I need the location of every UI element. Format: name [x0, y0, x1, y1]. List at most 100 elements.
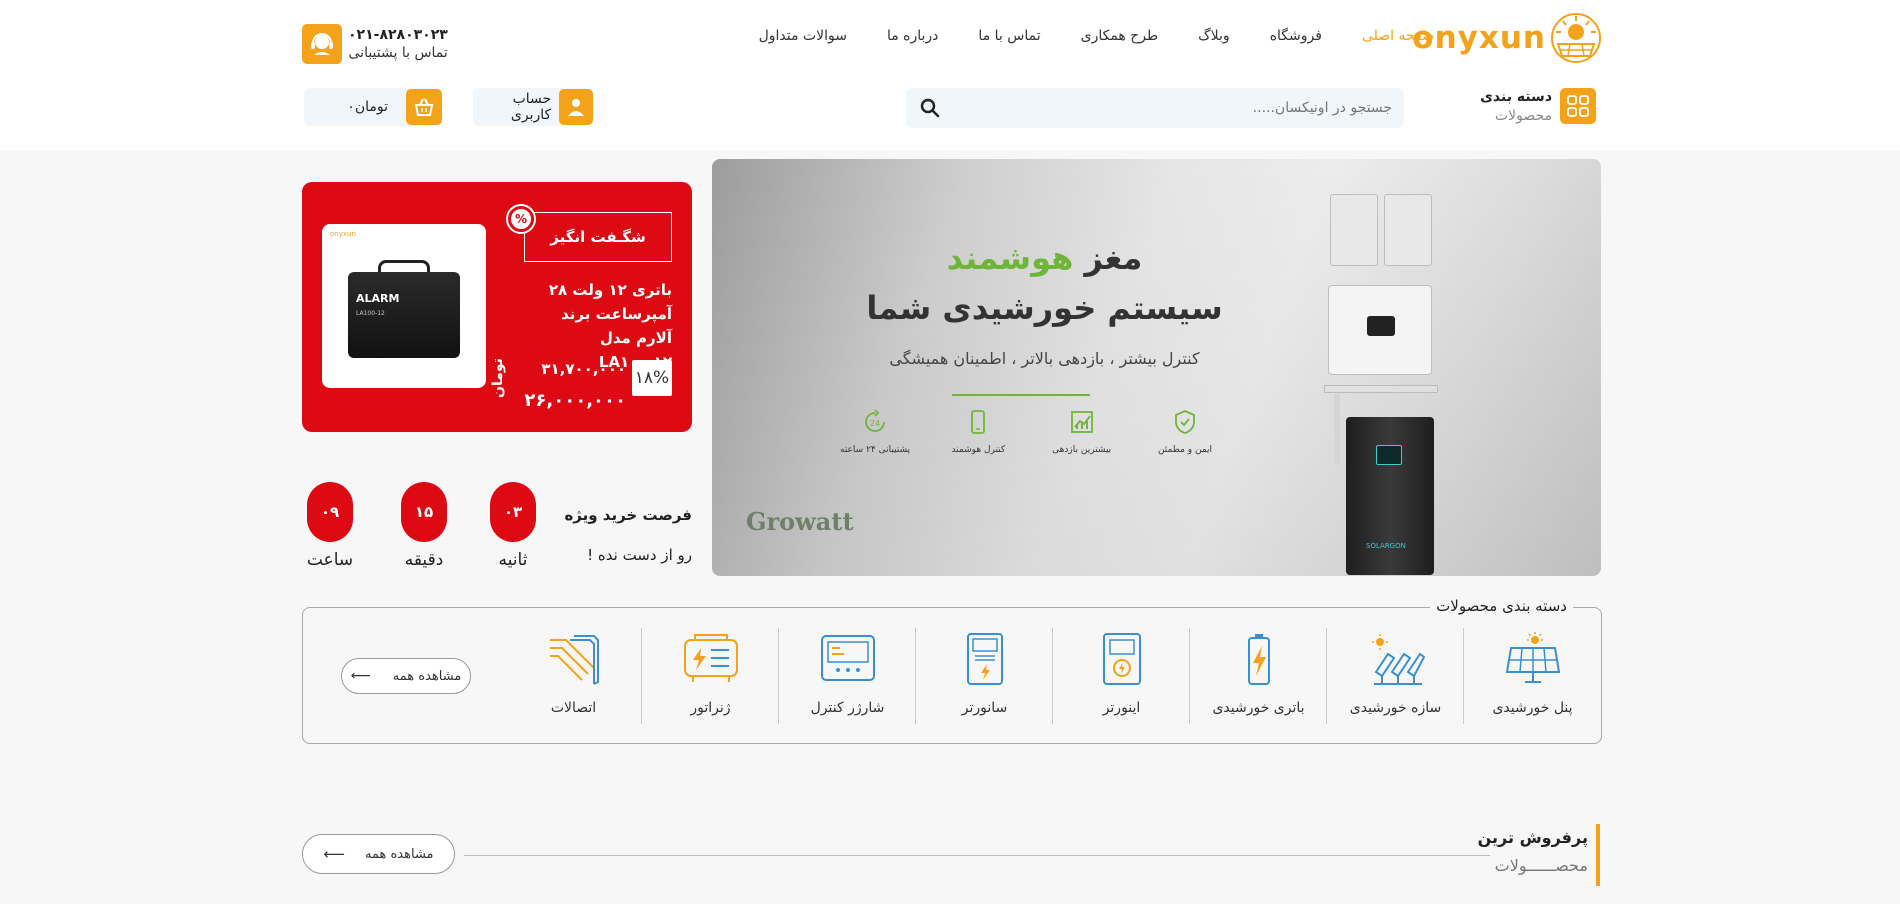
nav-about[interactable]: درباره ما [887, 28, 938, 44]
battery-screen [1376, 445, 1402, 465]
growatt-logo: Growatt [746, 507, 854, 536]
banner-divider [952, 394, 1090, 396]
conduit-pipe [1334, 393, 1340, 465]
countdown-minutes: ۱۵ دقیقه [399, 482, 449, 570]
banner-headline-2: سیستم خورشیدی شما [866, 289, 1223, 327]
hybrid-inverter [1328, 285, 1432, 375]
solar-panel-icon [1505, 632, 1560, 683]
countdown-hours: ۰۹ ساعت [305, 482, 355, 570]
category-label: اینورتر [1102, 700, 1141, 716]
category-label: سازه خورشیدی [1349, 700, 1442, 716]
support-24h-icon: 24 [865, 409, 885, 432]
countdown-label: ثانیه [498, 550, 528, 570]
category-menu-button[interactable]: دسته بندی محصولات [1480, 88, 1596, 124]
bestsellers-title: پرفروش ترین [1477, 828, 1588, 847]
category-connectors[interactable]: اتصالات [505, 628, 642, 728]
category-sunverter[interactable]: سانورتر [916, 628, 1053, 728]
header: onyxun صفحه اصلی فروشگاه وبلاگ طرح همکار… [0, 0, 1900, 150]
feature-smart-control: کنترل هوشمند [933, 409, 1023, 455]
support-phone: ۰۲۱-۸۲۸۰۳۰۲۳ [348, 27, 448, 43]
smartphone-icon [971, 410, 986, 434]
inverter-unit [1330, 194, 1378, 266]
feature-support: 24 پشتیبانی ۲۴ ساعته [830, 409, 920, 455]
feature-label: ایمن و مطمئن [1157, 445, 1213, 455]
banner-features: 24 پشتیبانی ۲۴ ساعته کنترل هوشمند بیشتری… [830, 409, 1230, 455]
category-label: اتصالات [550, 700, 597, 716]
account-button[interactable]: حساب کاربری [473, 88, 593, 126]
arrow-left-icon: ⟵ [323, 845, 346, 863]
sunverter-icon [966, 633, 1003, 685]
battery-body: ALARM LA100-12 [348, 272, 460, 358]
old-price: ۳۱,۷۰۰,۰۰۰ [541, 360, 626, 378]
cart-total: تومان۰ [347, 99, 388, 115]
currency-label: تومان [490, 358, 506, 398]
price: ۲۶,۰۰۰,۰۰۰ [524, 390, 626, 411]
bestsellers-see-all-button[interactable]: مشاهده همه ⟵ [302, 834, 455, 874]
category-label: پنل خورشیدی [1492, 700, 1573, 716]
product-brand-watermark: onyxun [330, 230, 356, 238]
feature-label: کنترل هوشمند [951, 445, 1006, 455]
battery-label: SOLARGON [1366, 542, 1406, 550]
search-input[interactable] [942, 100, 1392, 116]
countdown-seconds: ۰۳ ثانیه [488, 482, 538, 570]
nav-blog[interactable]: وبلاگ [1198, 28, 1230, 44]
chart-icon [1070, 411, 1093, 433]
search-bar [906, 88, 1404, 128]
inverter-unit [1384, 194, 1432, 266]
feature-efficiency: بیشترین بازدهی [1037, 409, 1127, 455]
amazing-badge: شگـفت انگیز [524, 212, 672, 262]
bestsellers-subtitle: محصــــــولات [1494, 856, 1588, 875]
categories-see-all-button[interactable]: مشاهده همه ⟵ [341, 658, 471, 694]
section-divider [464, 855, 1490, 856]
grid-icon [1560, 88, 1596, 124]
arrow-left-icon: ⟵ [350, 668, 371, 684]
category-solar-panel[interactable]: پنل خورشیدی [1464, 628, 1601, 728]
product-image[interactable]: onyxun ALARM LA100-12 [322, 224, 486, 388]
search-icon[interactable] [918, 96, 942, 120]
user-icon [559, 89, 593, 125]
sun-logo-icon [1551, 13, 1601, 63]
amazing-offer-card[interactable]: onyxun ALARM LA100-12 شگـفت انگیز % باتر… [302, 182, 692, 432]
category-charge-controller[interactable]: شارژر کنترل [779, 628, 916, 728]
percent-icon: % [508, 206, 534, 232]
inverter-icon [1102, 633, 1141, 685]
cart-button[interactable]: تومان۰ [304, 88, 442, 126]
generator-icon [683, 634, 738, 682]
nav-shop[interactable]: فروشگاه [1270, 28, 1322, 44]
countdown-label: ساعت [306, 550, 354, 570]
product-categories: دسته بندی محصولات پنل خورشیدی سازه خورشی [302, 597, 1602, 744]
battery-brand-text: ALARM [356, 292, 400, 305]
category-title: دسته بندی [1480, 88, 1552, 105]
solar-structure-icon [1371, 634, 1425, 685]
charge-controller-icon [820, 635, 875, 681]
shelf [1324, 385, 1438, 393]
support-contact[interactable]: ۰۲۱-۸۲۸۰۳۰۲۳ تماس با پشتیبانی [302, 24, 448, 64]
shield-icon [1175, 410, 1195, 434]
nav-home[interactable]: صفحه اصلی [1362, 28, 1434, 44]
feature-label: پشتیبانی ۲۴ ساعته [840, 445, 911, 455]
category-label: شارژر کنترل [810, 700, 885, 716]
countdown-title: فرصت خرید ویژه [564, 506, 692, 524]
account-label: حساب کاربری [510, 91, 552, 123]
logo[interactable]: onyxun [1412, 12, 1602, 64]
headset-icon [302, 24, 342, 64]
nav-partnership[interactable]: طرح همکاری [1081, 28, 1159, 44]
hero-banner[interactable]: مغز هوشمند سیستم خورشیدی شما کنترل بیشتر… [712, 159, 1601, 576]
category-label: ژنراتور [690, 700, 731, 716]
feature-safe: ایمن و مطمئن [1140, 409, 1230, 455]
countdown-value: ۰۹ [307, 482, 353, 542]
battery-model-text: LA100-12 [356, 310, 385, 317]
countdown-value: ۰۳ [490, 482, 536, 542]
category-generator[interactable]: ژنراتور [642, 628, 779, 728]
nav-contact[interactable]: تماس با ما [978, 28, 1040, 44]
category-solar-battery[interactable]: باتری خورشیدی [1190, 628, 1327, 728]
category-inverter[interactable]: اینورتر [1053, 628, 1190, 728]
nav-faq[interactable]: سوالات متداول [759, 28, 847, 44]
category-sub: محصولات [1494, 107, 1552, 124]
banner-headline-green: هوشمند [946, 239, 1074, 277]
battery-icon [1247, 634, 1270, 685]
inverter-screen [1367, 316, 1395, 336]
countdown-label: دقیقه [404, 550, 444, 570]
category-solar-structure[interactable]: سازه خورشیدی [1327, 628, 1464, 728]
main-nav: صفحه اصلی فروشگاه وبلاگ طرح همکاری تماس … [719, 28, 1434, 44]
